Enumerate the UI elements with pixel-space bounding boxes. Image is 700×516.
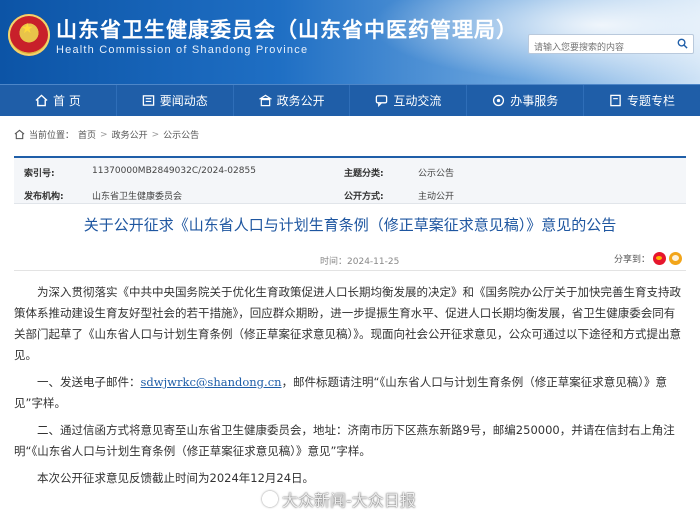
breadcrumb: 当前位置： 首页 > 政务公开 > 公示公告	[14, 128, 199, 141]
breadcrumb-item-gov-open[interactable]: 政务公开	[112, 128, 148, 141]
home-icon	[35, 94, 48, 107]
nav-gov-open-label: 政务公开	[276, 94, 325, 108]
paragraph-intro: 为深入贯彻落实《中共中央国务院关于优化生育政策促进人口长期均衡发展的决定》和《国…	[14, 285, 681, 362]
topic-icon	[610, 94, 621, 107]
watermark: 大众新闻-大众日报	[262, 487, 416, 511]
search-icon[interactable]	[677, 38, 688, 49]
nav-home[interactable]: 首 页	[0, 85, 117, 116]
nav-gov-open[interactable]: 政务公开	[234, 85, 351, 116]
nav-interaction-label: 互动交流	[393, 94, 442, 108]
mode-value: 主动公开	[418, 192, 455, 202]
location-icon	[14, 129, 25, 140]
site-title[interactable]: 山东省卫生健康委员会（山东省中医药管理局）	[56, 14, 518, 44]
watermark-logo-icon	[262, 491, 278, 507]
search-input[interactable]	[529, 39, 669, 57]
email-link[interactable]: sdwjwrkc@shandong.cn	[141, 375, 282, 389]
time-value: 2024-11-25	[347, 257, 400, 267]
nav-news-label: 要闻动态	[159, 94, 208, 108]
article-body: 为深入贯彻落实《中共中央国务院关于优化生育政策促进人口长期均衡发展的决定》和《国…	[14, 282, 686, 495]
paragraph-email: 一、发送电子邮件：sdwjwrkc@shandong.cn，邮件标题请注明“《山…	[14, 372, 686, 414]
index-label: 索引号:	[24, 169, 55, 179]
share-bar: 分享到：	[614, 252, 683, 265]
weibo-icon[interactable]	[653, 252, 667, 265]
email-prefix: 一、发送电子邮件：	[37, 375, 141, 389]
category-value: 公示公告	[418, 169, 455, 179]
share-label: 分享到：	[614, 255, 651, 265]
breadcrumb-item-notices[interactable]: 公示公告	[163, 128, 199, 141]
search-box[interactable]	[528, 34, 694, 57]
mode-label: 公开方式:	[344, 192, 384, 202]
breadcrumb-separator: >	[100, 129, 108, 140]
watermark-text: 大众新闻-大众日报	[282, 491, 416, 510]
nav-home-label: 首 页	[53, 94, 81, 108]
category-label: 主题分类:	[344, 169, 384, 179]
news-icon	[142, 95, 154, 106]
paragraph-deadline: 本次公开征求意见反馈截止时间为2024年12月24日。	[37, 471, 315, 485]
wechat-icon[interactable]	[669, 252, 683, 265]
nav-service-label: 办事服务	[510, 94, 559, 108]
title-divider	[14, 270, 686, 271]
nav-topic-label: 专题专栏	[627, 94, 676, 108]
document-meta-table: 索引号: 11370000MB2849032C/2024-02855 主题分类:…	[14, 156, 686, 204]
publisher-label: 发布机构:	[24, 192, 64, 202]
national-emblem-icon: ★	[8, 14, 50, 56]
publish-time: 时间：2024-11-25	[320, 254, 399, 267]
index-value: 11370000MB2849032C/2024-02855	[92, 166, 256, 176]
breadcrumb-label: 当前位置：	[29, 131, 75, 141]
service-icon	[493, 94, 505, 107]
breadcrumb-item-home[interactable]: 首页	[78, 128, 96, 141]
nav-topic[interactable]: 专题专栏	[584, 85, 700, 116]
main-nav: 首 页 要闻动态 政务公开 互动交流 办事服务 专题专栏	[0, 84, 700, 116]
publisher-value: 山东省卫生健康委员会	[92, 192, 183, 202]
time-label: 时间：	[320, 257, 348, 267]
nav-news[interactable]: 要闻动态	[117, 85, 234, 116]
paragraph-letter: 二、通过信函方式将意见寄至山东省卫生健康委员会，地址：济南市历下区燕东新路9号，…	[14, 423, 675, 458]
breadcrumb-separator: >	[151, 129, 160, 140]
article-title: 关于公开征求《山东省人口与计划生育条例（修正草案征求意见稿）》意见的公告	[83, 216, 617, 234]
nav-service[interactable]: 办事服务	[467, 85, 585, 116]
site-subtitle: Health Commission of Shandong Province	[56, 44, 309, 56]
site-header: ★ 山东省卫生健康委员会（山东省中医药管理局） Health Commissio…	[0, 0, 700, 84]
gov-open-icon	[258, 94, 272, 107]
chat-icon	[376, 95, 388, 107]
nav-interaction[interactable]: 互动交流	[350, 85, 468, 116]
